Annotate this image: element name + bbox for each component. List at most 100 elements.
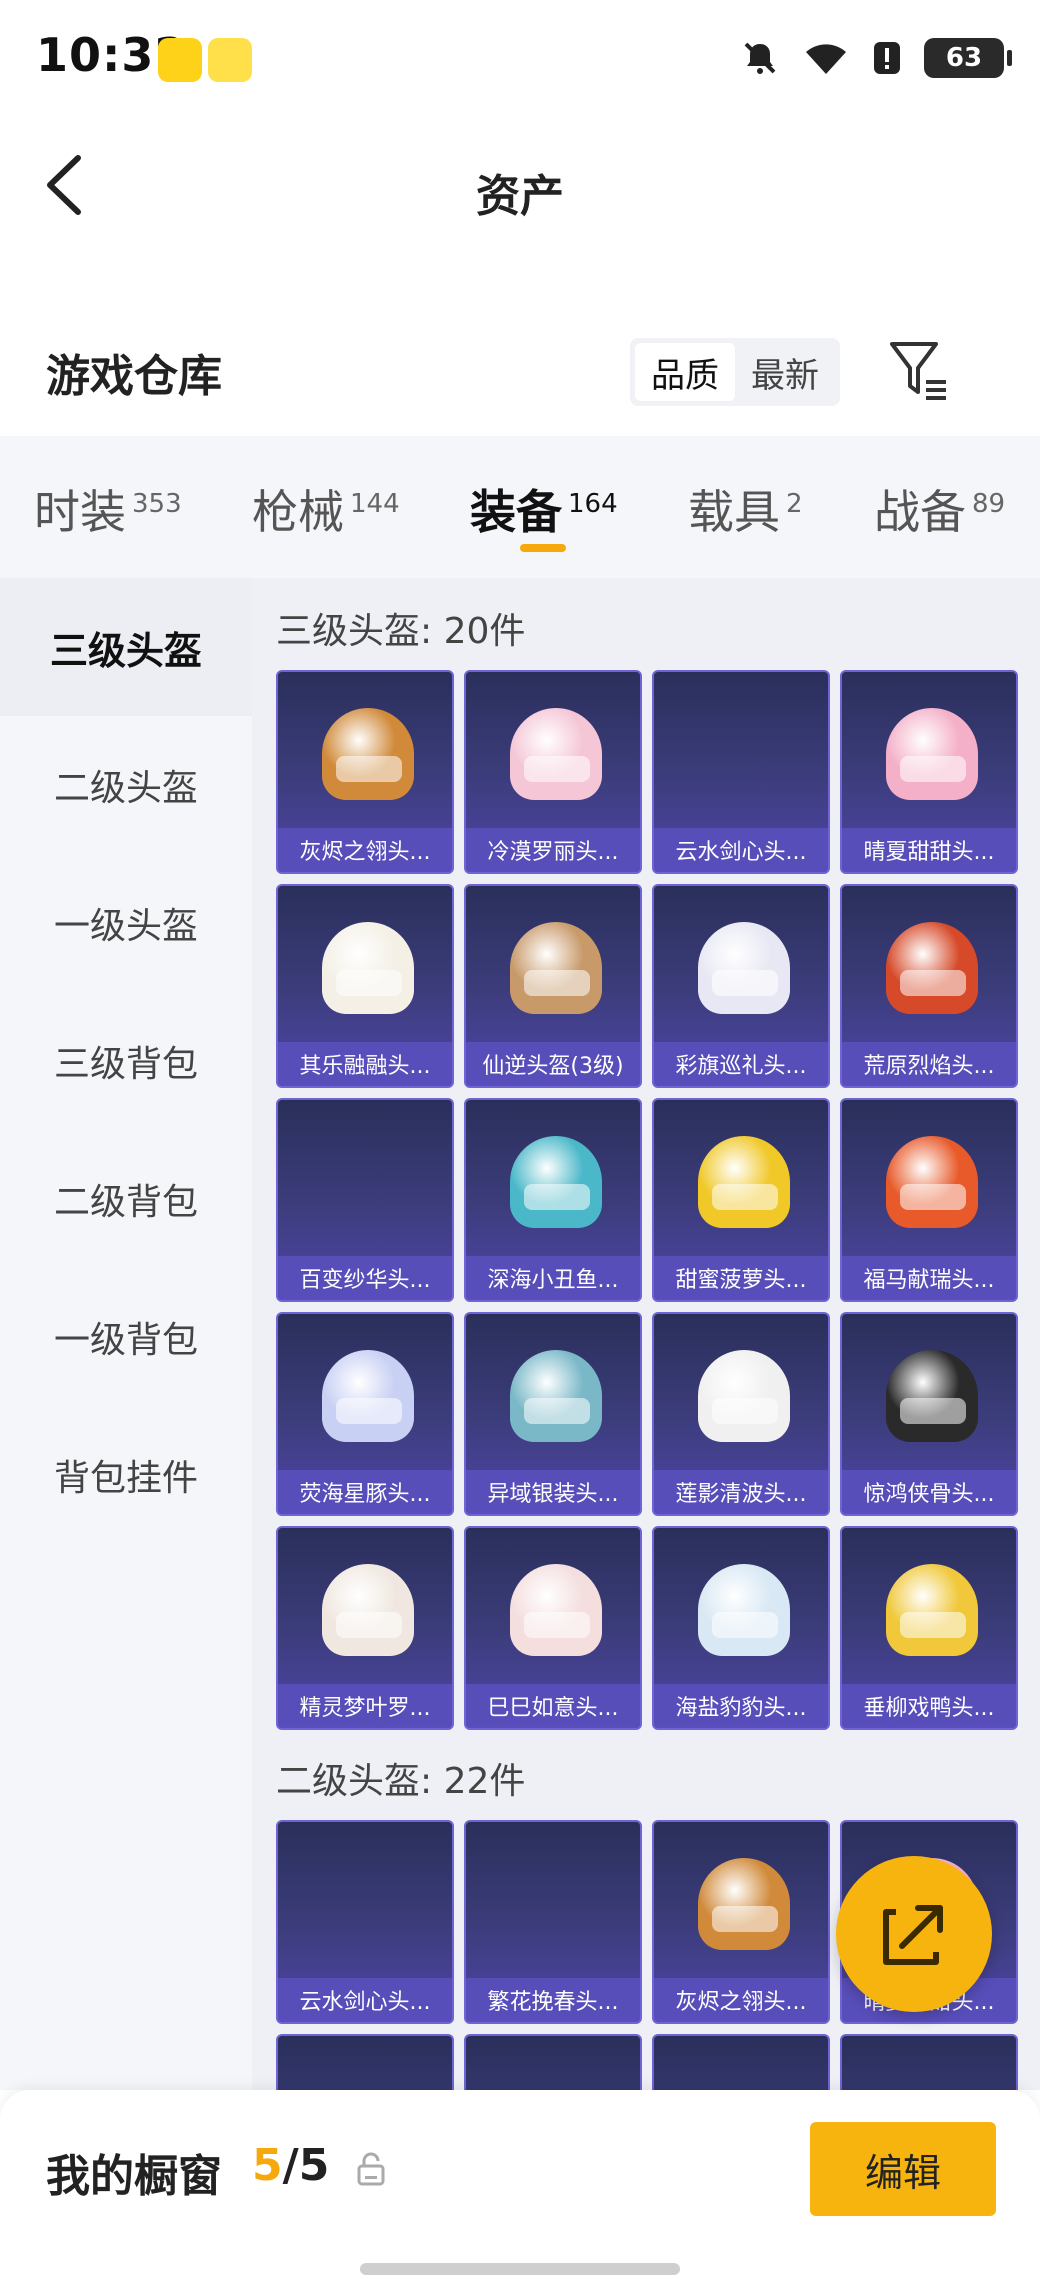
item-card[interactable]: 晴夏甜甜头... bbox=[840, 670, 1018, 874]
helmet-visor bbox=[712, 1398, 778, 1424]
item-name: 彩旗巡礼头... bbox=[654, 1042, 828, 1086]
showcase-separator: / bbox=[282, 2140, 299, 2191]
helmet-visor bbox=[336, 1612, 402, 1638]
item-card[interactable] bbox=[840, 2034, 1018, 2090]
item-card[interactable]: 荧海星豚头... bbox=[276, 1312, 454, 1516]
helmet-icon bbox=[510, 1350, 602, 1442]
status-bar: 10:32 63 bbox=[0, 0, 1040, 120]
item-card[interactable]: 海盐豹豹头... bbox=[652, 1526, 830, 1730]
sort-toggle: 品质 最新 bbox=[630, 338, 840, 406]
app-notification-icon bbox=[208, 38, 252, 82]
tab-guns[interactable]: 枪械 144 bbox=[252, 476, 400, 542]
item-name: 垂柳戏鸭头... bbox=[842, 1684, 1016, 1728]
item-card[interactable]: 莲影清波头... bbox=[652, 1312, 830, 1516]
item-name: 甜蜜菠萝头... bbox=[654, 1256, 828, 1300]
tab-fashion[interactable]: 时装 353 bbox=[34, 476, 182, 542]
nav-header: 资产 bbox=[0, 120, 1040, 250]
item-name: 云水剑心头... bbox=[278, 1978, 452, 2022]
helmet-visor bbox=[712, 1184, 778, 1210]
item-name: 繁花挽春头... bbox=[466, 1978, 640, 2022]
item-name: 深海小丑鱼... bbox=[466, 1256, 640, 1300]
item-card[interactable]: 异域银装头... bbox=[464, 1312, 642, 1516]
item-card[interactable]: 荒原烈焰头... bbox=[840, 884, 1018, 1088]
helmet-icon bbox=[886, 1564, 978, 1656]
sidebar-item-level2-helmet[interactable]: 二级头盔 bbox=[0, 716, 252, 854]
tab-label: 战备 bbox=[874, 485, 966, 539]
helmet-icon bbox=[886, 708, 978, 800]
sidebar-item-backpack-charm[interactable]: 背包挂件 bbox=[0, 1406, 252, 1544]
item-name: 精灵梦叶罗... bbox=[278, 1684, 452, 1728]
item-card[interactable]: 仙逆头盔(3级) bbox=[464, 884, 642, 1088]
showcase-label: 我的橱窗 bbox=[46, 2151, 222, 2202]
item-card[interactable]: 惊鸿侠骨头... bbox=[840, 1312, 1018, 1516]
sidebar-item-level1-backpack[interactable]: 一级背包 bbox=[0, 1268, 252, 1406]
page-title: 资产 bbox=[476, 171, 564, 222]
helmet-visor bbox=[900, 1612, 966, 1638]
item-card[interactable]: 彩旗巡礼头... bbox=[652, 884, 830, 1088]
sidebar-item-level1-helmet[interactable]: 一级头盔 bbox=[0, 854, 252, 992]
lock-icon bbox=[357, 2152, 385, 2186]
category-tabs: 时装 353 枪械 144 装备 164 载具 2 战备 89 bbox=[0, 436, 1040, 578]
home-indicator[interactable] bbox=[360, 2263, 680, 2275]
tab-label: 装备 bbox=[470, 485, 562, 539]
item-name: 灰烬之翎头... bbox=[654, 1978, 828, 2022]
item-name: 海盐豹豹头... bbox=[654, 1684, 828, 1728]
filter-icon[interactable] bbox=[888, 338, 950, 404]
item-card[interactable]: 繁花挽春头... bbox=[464, 1820, 642, 2024]
helmet-visor bbox=[336, 756, 402, 782]
item-name: 福马献瑞头... bbox=[842, 1256, 1016, 1300]
sidebar-item-level3-backpack[interactable]: 三级背包 bbox=[0, 992, 252, 1130]
item-card[interactable]: 云水剑心头... bbox=[276, 1820, 454, 2024]
tab-equipment[interactable]: 装备 164 bbox=[470, 476, 618, 542]
sidebar: 三级头盔 二级头盔 一级头盔 三级背包 二级背包 一级背包 背包挂件 bbox=[0, 578, 252, 2090]
helmet-icon bbox=[698, 1136, 790, 1228]
item-card[interactable]: 福马献瑞头... bbox=[840, 1098, 1018, 1302]
helmet-visor bbox=[712, 970, 778, 996]
helmet-icon bbox=[510, 922, 602, 1014]
tab-gear[interactable]: 战备 89 bbox=[874, 476, 1005, 542]
item-name: 巳巳如意头... bbox=[466, 1684, 640, 1728]
item-name: 百变纱华头... bbox=[278, 1256, 452, 1300]
item-card[interactable]: 云水剑心头... bbox=[652, 670, 830, 874]
item-card[interactable]: 深海小丑鱼... bbox=[464, 1098, 642, 1302]
item-card[interactable]: 其乐融融头... bbox=[276, 884, 454, 1088]
sidebar-item-level2-backpack[interactable]: 二级背包 bbox=[0, 1130, 252, 1268]
helmet-visor bbox=[712, 1612, 778, 1638]
tab-count: 353 bbox=[132, 488, 182, 519]
sidebar-item-level3-helmet[interactable]: 三级头盔 bbox=[0, 578, 252, 716]
helmet-visor bbox=[524, 970, 590, 996]
tab-vehicles[interactable]: 载具 2 bbox=[688, 476, 803, 542]
helmet-icon bbox=[886, 1350, 978, 1442]
item-name: 惊鸿侠骨头... bbox=[842, 1470, 1016, 1514]
sort-latest-button[interactable]: 最新 bbox=[735, 343, 835, 401]
mute-bell-icon bbox=[744, 42, 776, 74]
item-card[interactable]: 冷漠罗丽头... bbox=[464, 670, 642, 874]
item-card[interactable] bbox=[464, 2034, 642, 2090]
helmet-visor bbox=[524, 1184, 590, 1210]
helmet-icon bbox=[886, 922, 978, 1014]
helmet-icon bbox=[698, 922, 790, 1014]
sort-quality-button[interactable]: 品质 bbox=[635, 343, 735, 401]
tab-count: 89 bbox=[972, 488, 1006, 519]
tab-label: 枪械 bbox=[252, 485, 344, 539]
helmet-icon bbox=[886, 1136, 978, 1228]
item-card[interactable]: 甜蜜菠萝头... bbox=[652, 1098, 830, 1302]
item-name: 仙逆头盔(3级) bbox=[466, 1042, 640, 1086]
share-button[interactable] bbox=[836, 1856, 992, 2012]
item-name: 晴夏甜甜头... bbox=[842, 828, 1016, 872]
item-card[interactable]: 精灵梦叶罗... bbox=[276, 1526, 454, 1730]
item-card[interactable] bbox=[652, 2034, 830, 2090]
item-card[interactable]: 垂柳戏鸭头... bbox=[840, 1526, 1018, 1730]
item-card[interactable]: 灰烬之翎头... bbox=[276, 670, 454, 874]
helmet-visor bbox=[900, 1398, 966, 1424]
item-card[interactable] bbox=[276, 2034, 454, 2090]
item-card[interactable]: 灰烬之翎头... bbox=[652, 1820, 830, 2024]
item-card[interactable]: 百变纱华头... bbox=[276, 1098, 454, 1302]
helmet-icon bbox=[510, 708, 602, 800]
section-title: 游戏仓库 bbox=[46, 351, 222, 402]
item-card[interactable]: 巳巳如意头... bbox=[464, 1526, 642, 1730]
tab-count: 2 bbox=[786, 488, 803, 519]
showcase-current: 5 bbox=[252, 2140, 283, 2191]
showcase-count: 5/5 bbox=[252, 2140, 329, 2191]
edit-button[interactable]: 编辑 bbox=[810, 2122, 996, 2216]
